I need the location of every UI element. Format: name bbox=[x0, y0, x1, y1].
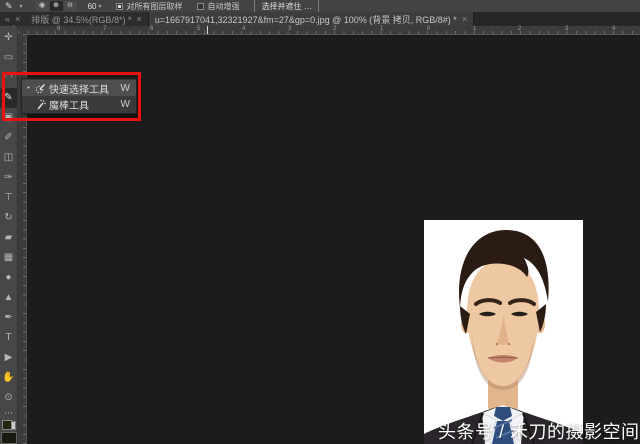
ruler-ticks bbox=[18, 31, 640, 34]
eyedropper-icon: ✐ bbox=[4, 132, 12, 143]
eyedropper-tool[interactable]: ✐ bbox=[0, 128, 18, 148]
tab-overflow-stub[interactable]: « × bbox=[0, 12, 25, 26]
ellipsis-icon: ⋯ bbox=[4, 408, 13, 418]
clone-stamp-tool[interactable]: ⊤ bbox=[0, 188, 18, 208]
portrait-photo[interactable] bbox=[424, 220, 583, 444]
magic-wand-icon bbox=[34, 98, 46, 110]
quick-selection-icon bbox=[34, 82, 46, 94]
pen-icon: ✒ bbox=[4, 312, 12, 323]
path-selection-icon: ▶ bbox=[5, 352, 13, 363]
sample-all-layers-option[interactable]: 对所有图层取样 bbox=[116, 1, 182, 12]
blur-tool[interactable]: ● bbox=[0, 268, 18, 288]
selection-mode-group: ◉ ⊕ ⊖ bbox=[36, 1, 77, 11]
gradient-icon: ▦ bbox=[4, 252, 13, 263]
gradient-tool[interactable]: ▦ bbox=[0, 248, 18, 268]
edit-toolbar-button[interactable]: ⋯ bbox=[4, 408, 13, 418]
dodge-icon: ▲ bbox=[4, 292, 14, 303]
auto-enhance-label: 自动增强 bbox=[207, 1, 239, 12]
brush-tool[interactable]: ✑ bbox=[0, 168, 18, 188]
move-icon: ✛ bbox=[4, 32, 12, 43]
foreground-color-large-swatch[interactable] bbox=[1, 432, 17, 444]
history-brush-icon: ↻ bbox=[4, 212, 12, 223]
tab-1-close-icon[interactable]: × bbox=[136, 14, 141, 24]
tab-document-1[interactable]: 排版 @ 34.5%(RGB/8*) * × bbox=[25, 12, 148, 26]
flyout-item-label: 魔棒工具 bbox=[49, 97, 118, 112]
tool-flyout-menu: • 快速选择工具 W 魔棒工具 W bbox=[21, 78, 137, 114]
hand-tool[interactable]: ✋ bbox=[0, 368, 18, 388]
path-selection-tool[interactable]: ▶ bbox=[0, 348, 18, 368]
flyout-item-quick-selection[interactable]: • 快速选择工具 W bbox=[22, 80, 136, 96]
tab-overflow-icon[interactable]: « bbox=[5, 14, 10, 24]
lasso-icon: ◠ bbox=[4, 72, 13, 83]
tab-document-2-active[interactable]: u=1667917041,32321927&fm=27&gp=0.jpg @ 1… bbox=[149, 12, 474, 26]
new-selection-button[interactable]: ◉ bbox=[36, 1, 49, 11]
brush-size-dropdown[interactable]: 60 ▾ bbox=[88, 2, 102, 11]
document-tab-bar: « × 排版 @ 34.5%(RGB/8*) * × u=1667917041,… bbox=[0, 12, 640, 26]
lasso-tool[interactable]: ◠ bbox=[0, 68, 18, 88]
shortcut-key: W bbox=[121, 83, 132, 94]
pen-tool[interactable]: ✒ bbox=[0, 308, 18, 328]
sample-all-layers-label: 对所有图层取样 bbox=[126, 1, 182, 12]
type-tool[interactable]: T bbox=[0, 328, 18, 348]
move-tool[interactable]: ✛ bbox=[0, 28, 18, 48]
portrait-man-image bbox=[424, 220, 583, 444]
auto-enhance-checkbox[interactable] bbox=[197, 3, 204, 10]
crop-icon: ▣ bbox=[4, 112, 13, 123]
clone-stamp-icon: ⊤ bbox=[4, 192, 13, 203]
auto-enhance-option[interactable]: 自动增强 bbox=[197, 1, 239, 12]
quick-selection-tool[interactable]: ✎ bbox=[0, 88, 17, 108]
quick-selection-icon: ✎ bbox=[4, 92, 12, 103]
zoom-tool[interactable]: ⊙ bbox=[0, 388, 18, 408]
tools-panel: ✛ ▭ ◠ ✎ ▣ ✐ ◫ ✑ ⊤ ↻ ▰ ▦ ● ▲ ✒ T ▶ ✋ ⊙ ⋯ bbox=[0, 26, 18, 444]
brush-size-caret-icon: ▾ bbox=[98, 3, 101, 10]
add-to-selection-button[interactable]: ⊕ bbox=[50, 1, 63, 11]
tab-2-close-icon[interactable]: × bbox=[462, 14, 467, 24]
active-tool-bullet: • bbox=[26, 85, 31, 92]
subtract-from-selection-button[interactable]: ⊖ bbox=[64, 1, 77, 11]
type-icon: T bbox=[5, 332, 11, 343]
flyout-item-label: 快速选择工具 bbox=[49, 81, 118, 96]
crop-tool[interactable]: ▣ bbox=[0, 108, 18, 128]
healing-brush-icon: ◫ bbox=[4, 152, 13, 163]
tab-2-title: u=1667917041,32321927&fm=27&gp=0.jpg @ 1… bbox=[155, 13, 457, 26]
shortcut-key: W bbox=[121, 99, 132, 110]
marquee-icon: ▭ bbox=[4, 52, 13, 63]
zoom-icon: ⊙ bbox=[4, 392, 12, 403]
tool-preset-caret-icon[interactable]: ▾ bbox=[20, 3, 23, 10]
eraser-icon: ▰ bbox=[5, 232, 13, 243]
history-brush-tool[interactable]: ↻ bbox=[0, 208, 18, 228]
eraser-tool[interactable]: ▰ bbox=[0, 228, 18, 248]
tab-stub-close-icon[interactable]: × bbox=[15, 14, 20, 24]
tool-preset-icon[interactable]: ✎ bbox=[5, 1, 13, 12]
healing-brush-tool[interactable]: ◫ bbox=[0, 148, 18, 168]
horizontal-ruler[interactable]: 9 8 7 6 5 4 3 2 1 0 1 2 3 4 bbox=[18, 26, 640, 35]
flyout-item-magic-wand[interactable]: 魔棒工具 W bbox=[22, 96, 136, 112]
dodge-tool[interactable]: ▲ bbox=[0, 288, 18, 308]
sample-all-layers-checkbox[interactable] bbox=[116, 3, 123, 10]
foreground-color-swatch[interactable] bbox=[2, 420, 12, 430]
blur-icon: ● bbox=[5, 272, 11, 283]
tab-1-title: 排版 @ 34.5%(RGB/8*) * bbox=[31, 13, 131, 26]
hand-icon: ✋ bbox=[2, 372, 14, 383]
tool-options-bar: ✎ ▾ ◉ ⊕ ⊖ 60 ▾ 对所有图层取样 自动增强 选择并遮住 … bbox=[0, 0, 640, 12]
color-swatches[interactable] bbox=[2, 420, 16, 430]
brush-icon: ✑ bbox=[4, 172, 12, 183]
photoshop-window: ✎ ▾ ◉ ⊕ ⊖ 60 ▾ 对所有图层取样 自动增强 选择并遮住 … « × … bbox=[0, 0, 640, 444]
brush-size-value: 60 bbox=[88, 2, 97, 11]
watermark-text: 头条号 / 禾刀的摄影空间 bbox=[438, 418, 640, 444]
marquee-tool[interactable]: ▭ bbox=[0, 48, 18, 68]
